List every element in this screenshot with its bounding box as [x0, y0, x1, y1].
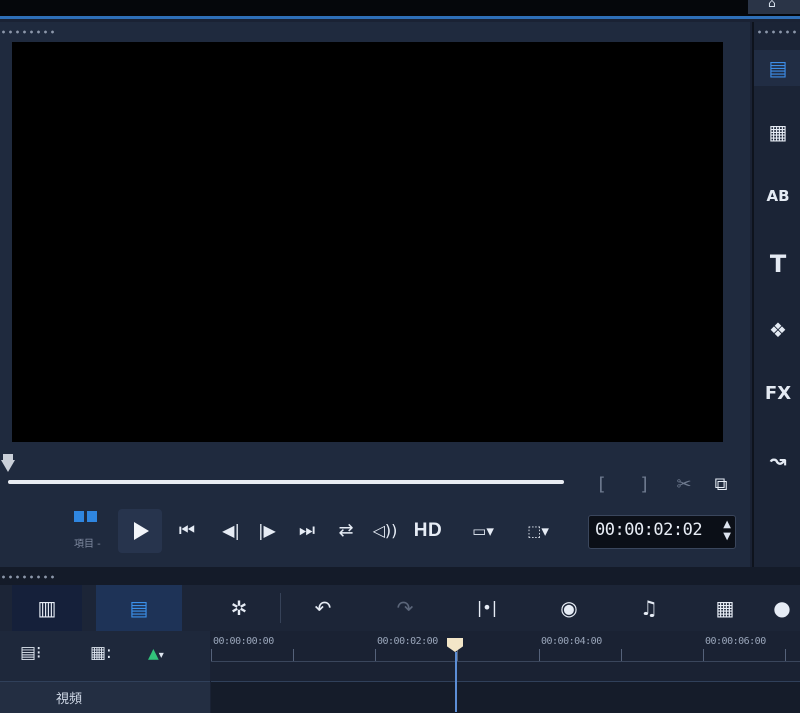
instant-project-icon: ▦ — [768, 120, 788, 144]
hd-preview-button[interactable]: HD — [408, 519, 448, 543]
ruler-tick — [621, 649, 622, 661]
preview-screen — [12, 42, 723, 442]
graphic-button[interactable]: ❖ — [754, 312, 800, 348]
timeline-icon: ▤ — [129, 596, 149, 620]
path-button[interactable]: ↝ — [754, 442, 800, 478]
undo-button[interactable]: ↶ — [288, 585, 358, 631]
project-clip-icon — [74, 511, 102, 522]
split-clip-icon[interactable]: ✂ — [672, 473, 696, 497]
panel-grip[interactable] — [0, 30, 54, 34]
home-icon: ⌂ — [768, 0, 776, 10]
safe-area-dropdown[interactable]: ⬚▾ — [518, 519, 558, 543]
home-button[interactable]: ⌂ — [748, 0, 800, 14]
title-bar — [0, 0, 800, 16]
record-capture-button[interactable]: ◉ — [534, 585, 604, 631]
tools-button[interactable]: ✲ — [204, 585, 274, 631]
track-manager-icon[interactable]: ▤⁝ — [20, 643, 41, 663]
timeline-toolbar: ▥ ▤ ✲ ↶ ↷ |•| ◉ ♫ ▦ ● — [0, 585, 800, 631]
timecode-spinner-icon[interactable]: ▲ ▼ — [723, 519, 731, 543]
scrub-bar[interactable] — [8, 480, 564, 484]
chapter-cue-icon[interactable]: ▦: — [90, 643, 112, 663]
track-label: 視頻 — [56, 692, 83, 707]
ruler-tick — [211, 649, 212, 661]
library-grip[interactable] — [756, 30, 800, 34]
play-icon — [134, 522, 149, 540]
prev-frame-button[interactable]: ◀| — [216, 519, 246, 543]
scrub-handle[interactable] — [1, 454, 15, 472]
ripple-edit-icon[interactable]: ▲▾ — [148, 646, 164, 662]
library-bar: ▤ ▦ AB T ❖ FX ↝ — [752, 22, 800, 567]
ruler-baseline — [211, 661, 800, 662]
multi-camera-button[interactable]: ▦ — [690, 585, 760, 631]
graphic-icon: ❖ — [769, 318, 787, 342]
undo-icon: ↶ — [314, 596, 332, 620]
transition-icon: AB — [766, 187, 790, 205]
redo-icon: ↷ — [396, 596, 414, 620]
fit-project-button[interactable]: |•| — [452, 585, 522, 631]
playhead-line — [455, 652, 457, 712]
media-icon: ▤ — [768, 56, 788, 80]
motion-icon: ● — [773, 596, 791, 620]
multicam-icon: ▦ — [715, 596, 735, 620]
video-track-header[interactable]: 視頻 — [0, 681, 210, 713]
timecode-field[interactable]: 00:00:02:02 ▲ ▼ — [588, 515, 736, 549]
audio-mixer-icon: ♫ — [640, 596, 658, 620]
filter-icon: FX — [764, 383, 792, 404]
transition-button[interactable]: AB — [754, 178, 800, 214]
storyboard-view-button[interactable]: ▥ — [12, 585, 82, 631]
ruler-tick — [703, 649, 704, 661]
title-bar-accent — [0, 16, 800, 19]
ruler-label: 00:00:06:00 — [705, 636, 766, 647]
play-button[interactable] — [118, 509, 162, 553]
storyboard-icon: ▥ — [37, 596, 57, 620]
ruler-tick — [539, 649, 540, 661]
timeline-grip[interactable] — [0, 575, 54, 579]
instant-project-button[interactable]: ▦ — [754, 114, 800, 150]
play-mode-selector[interactable]: 項目 - — [74, 508, 118, 552]
sound-mixer-button[interactable]: ♫ — [614, 585, 684, 631]
more-tools-button[interactable]: ● — [764, 585, 800, 631]
next-frame-button[interactable]: |▶ — [252, 519, 282, 543]
ruler-tick — [785, 649, 786, 661]
media-library-button[interactable]: ▤ — [754, 50, 800, 86]
ruler-label: 00:00:02:00 — [377, 636, 438, 647]
ruler-tick — [375, 649, 376, 661]
repeat-button[interactable]: ⇄ — [332, 519, 360, 543]
mark-out-button[interactable]: ] — [636, 473, 652, 497]
timeline-ruler[interactable]: 00:00:00:00 00:00:02:00 00:00:04:00 00:0… — [211, 631, 800, 681]
timecode-value: 00:00:02:02 — [595, 520, 703, 540]
toolbar-divider — [280, 593, 281, 623]
go-end-button[interactable]: ⏭ — [294, 519, 320, 543]
aspect-ratio-dropdown[interactable]: ▭▾ — [458, 519, 508, 543]
path-icon: ↝ — [769, 448, 787, 472]
title-button[interactable]: T — [754, 246, 800, 282]
go-start-button[interactable]: ⏮ — [174, 519, 200, 543]
ruler-label: 00:00:00:00 — [213, 636, 274, 647]
video-track-area[interactable] — [211, 681, 800, 713]
ruler-tick — [293, 649, 294, 661]
mark-in-button[interactable]: [ — [594, 473, 610, 497]
enlarge-preview-icon[interactable]: ⧉ — [708, 473, 734, 497]
fit-icon: |•| — [476, 598, 498, 617]
ruler-tick — [457, 649, 458, 661]
timeline-view-button[interactable]: ▤ — [96, 585, 182, 631]
filter-button[interactable]: FX — [754, 376, 800, 412]
title-icon: T — [769, 250, 787, 278]
tools-icon: ✲ — [230, 596, 248, 620]
volume-button[interactable]: ◁)) — [370, 519, 400, 543]
ruler-label: 00:00:04:00 — [541, 636, 602, 647]
redo-button[interactable]: ↷ — [370, 585, 440, 631]
record-icon: ◉ — [560, 596, 578, 620]
track-header-toolbar: ▤⁝ ▦: ▲▾ — [0, 631, 210, 681]
timeline-grip-row — [0, 567, 800, 587]
